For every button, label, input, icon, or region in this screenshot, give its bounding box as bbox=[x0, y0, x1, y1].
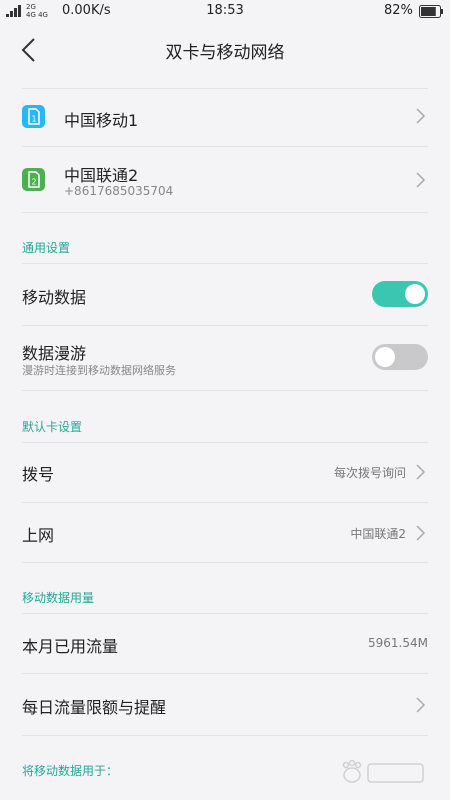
battery-icon bbox=[419, 5, 443, 18]
sim-number-2: +8617685035704 bbox=[64, 184, 174, 198]
divider bbox=[22, 502, 428, 503]
mobile-data-title: 移动数据 bbox=[22, 288, 87, 307]
battery-percent: 82% bbox=[384, 3, 413, 18]
dial-value: 每次拨号询问 bbox=[333, 466, 406, 480]
toggle-knob bbox=[405, 284, 425, 304]
section-label-general: 通用设置 bbox=[22, 241, 71, 255]
section-label-use-data-for: 将移动数据用于： bbox=[22, 764, 119, 778]
divider bbox=[22, 673, 428, 674]
divider bbox=[22, 442, 428, 443]
dial-title: 拨号 bbox=[22, 465, 55, 484]
svg-text:2: 2 bbox=[31, 178, 36, 187]
chevron-right-icon bbox=[416, 697, 426, 713]
divider bbox=[22, 263, 428, 264]
divider bbox=[22, 735, 428, 736]
divider bbox=[22, 562, 428, 563]
divider bbox=[22, 325, 428, 326]
section-label-default-sim: 默认卡设置 bbox=[22, 420, 83, 434]
sim-card-1-icon: 1 bbox=[22, 105, 45, 128]
chevron-right-icon bbox=[416, 108, 426, 124]
section-label-data-usage: 移动数据用量 bbox=[22, 591, 95, 605]
toggle-knob bbox=[375, 347, 395, 367]
divider bbox=[22, 390, 428, 391]
data-roaming-toggle[interactable] bbox=[372, 344, 428, 370]
watermark-logo-icon bbox=[342, 759, 424, 783]
clock: 18:53 bbox=[206, 3, 244, 18]
header: 双卡与移动网络 bbox=[0, 24, 450, 76]
monthly-usage-title: 本月已用流量 bbox=[22, 637, 119, 656]
chevron-right-icon bbox=[416, 464, 426, 480]
sim-card-2-icon: 2 bbox=[22, 168, 45, 191]
data-roaming-title: 数据漫游 bbox=[22, 344, 87, 363]
internet-title: 上网 bbox=[22, 526, 55, 545]
chevron-right-icon bbox=[416, 525, 426, 541]
data-roaming-subtitle: 漫游时连接到移动数据网络服务 bbox=[22, 364, 176, 377]
page-title: 双卡与移动网络 bbox=[165, 43, 285, 63]
internet-value: 中国联通2 bbox=[350, 527, 406, 541]
svg-text:1: 1 bbox=[31, 115, 36, 124]
divider bbox=[22, 88, 428, 89]
divider bbox=[22, 212, 428, 213]
sim-name-2: 中国联通2 bbox=[64, 166, 139, 185]
mobile-data-toggle[interactable] bbox=[372, 281, 428, 307]
divider bbox=[22, 146, 428, 147]
daily-limit-title: 每日流量限额与提醒 bbox=[22, 698, 167, 717]
divider bbox=[22, 613, 428, 614]
sim-name-1: 中国移动1 bbox=[64, 111, 139, 130]
status-bar: 2G 4G 4G 0.00K/s 18:53 82% bbox=[0, 0, 450, 24]
chevron-right-icon bbox=[416, 172, 426, 188]
monthly-usage-value: 5961.54M bbox=[368, 636, 428, 650]
